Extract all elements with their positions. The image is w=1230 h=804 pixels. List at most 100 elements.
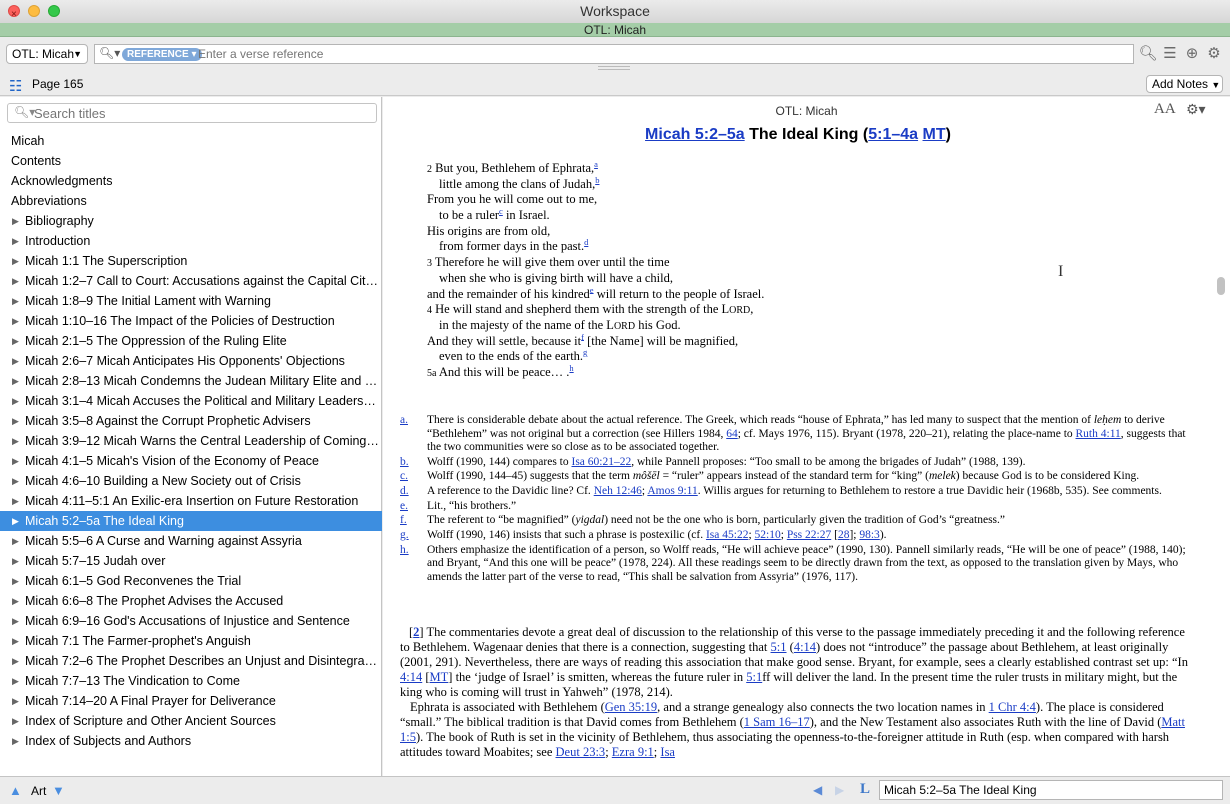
toc-item[interactable]: ▶ Micah 1:8–9 The Initial Lament with War…: [0, 291, 382, 311]
add-notes-button[interactable]: Add Notes ▼: [1146, 75, 1223, 93]
toc-item[interactable]: ▶ Index of Subjects and Authors: [0, 731, 382, 751]
footnote-link[interactable]: c: [499, 206, 503, 216]
toc-item[interactable]: ▶ Micah 7:2–6 The Prophet Describes an Un…: [0, 651, 382, 671]
resize-grip[interactable]: [598, 66, 630, 70]
resource-select-value: OTL: Micah: [12, 47, 75, 61]
disclosure-triangle-icon[interactable]: ▶: [12, 431, 19, 451]
back-arrow-icon[interactable]: ◀: [813, 783, 822, 797]
disclosure-triangle-icon[interactable]: ▶: [12, 251, 19, 271]
toc-item-label: Micah: [11, 134, 45, 148]
art-up-icon[interactable]: ▲: [9, 783, 22, 798]
toc-item[interactable]: ▶ Bibliography: [0, 211, 382, 231]
toc-item[interactable]: ▶ Micah 4:1–5 Micah's Vision of the Econo…: [0, 451, 382, 471]
toc-item[interactable]: ▶ Micah 3:9–12 Micah Warns the Central Le…: [0, 431, 382, 451]
poem-line: His origins are from old,: [427, 223, 551, 238]
footnote: f. The referent to “be magnified” (yigdal…: [400, 514, 1006, 527]
disclosure-triangle-icon[interactable]: ▶: [12, 451, 19, 471]
reference-search-box[interactable]: 🔍︎▾ REFERENCE ▾: [94, 44, 1134, 64]
toc-item[interactable]: ▶ Micah 7:1 The Farmer-prophet's Anguish: [0, 631, 382, 651]
toc-item[interactable]: ▶ Micah 6:9–16 God's Accusations of Injus…: [0, 611, 382, 631]
toc-item[interactable]: ▶ Micah 1:2–7 Call to Court: Accusations …: [0, 271, 382, 291]
toc-item[interactable]: ▶ Micah 5:2–5a The Ideal King: [0, 511, 382, 531]
disclosure-triangle-icon[interactable]: ▶: [12, 671, 19, 691]
disclosure-triangle-icon[interactable]: ▶: [12, 351, 19, 371]
heading-alt-ref-link[interactable]: 5:1–4a: [868, 126, 918, 143]
toc-item[interactable]: ▶ Micah 3:1–4 Micah Accuses the Political…: [0, 391, 382, 411]
art-down-icon[interactable]: ▼: [52, 783, 65, 798]
disclosure-triangle-icon[interactable]: ▶: [12, 691, 19, 711]
toc-item[interactable]: Acknowledgments: [0, 171, 382, 191]
toc-item[interactable]: ▶ Micah 4:11–5:1 An Exilic-era Insertion …: [0, 491, 382, 511]
toc-item[interactable]: ▶ Index of Scripture and Other Ancient So…: [0, 711, 382, 731]
disclosure-triangle-icon[interactable]: ▶: [12, 611, 19, 631]
content-scrollbar[interactable]: [1217, 277, 1225, 295]
disclosure-triangle-icon[interactable]: ▶: [12, 211, 19, 231]
search-type-pill[interactable]: REFERENCE ▾: [122, 48, 202, 61]
disclosure-triangle-icon[interactable]: ▶: [12, 531, 19, 551]
maximize-window-button[interactable]: [48, 5, 60, 17]
disclosure-triangle-icon[interactable]: ▶: [12, 571, 19, 591]
disclosure-triangle-icon[interactable]: ▶: [12, 271, 19, 291]
title-search-input[interactable]: [34, 105, 364, 121]
footnote-link[interactable]: h: [569, 363, 573, 373]
resource-subbar: ☷ Page 165 Add Notes ▼: [0, 72, 1230, 96]
toc-item[interactable]: ▶ Introduction: [0, 231, 382, 251]
disclosure-triangle-icon[interactable]: ▶: [12, 631, 19, 651]
toc-item[interactable]: ▶ Micah 1:1 The Superscription: [0, 251, 382, 271]
table-of-contents-sidebar: 🔍︎▾ Micah Contents Acknowledgments Abbrevia…: [0, 97, 382, 776]
list-view-icon[interactable]: ☰: [1160, 44, 1180, 64]
footnote-link[interactable]: d: [584, 237, 588, 247]
linked-set-icon[interactable]: ⚙: [1204, 44, 1224, 64]
disclosure-triangle-icon[interactable]: ▶: [12, 291, 19, 311]
disclosure-triangle-icon[interactable]: ▶: [12, 731, 19, 751]
location-field[interactable]: Micah 5:2–5a The Ideal King: [879, 780, 1223, 800]
disclosure-triangle-icon[interactable]: ▶: [12, 491, 19, 511]
toc-item[interactable]: ▶ Micah 6:6–8 The Prophet Advises the Acc…: [0, 591, 382, 611]
panel-title-bar[interactable]: OTL: Micah: [0, 23, 1230, 37]
gear-icon[interactable]: ⚙▾: [1186, 101, 1206, 118]
footnote-link[interactable]: f: [581, 331, 584, 341]
toc-item[interactable]: ▶ Micah 2:8–13 Micah Condemns the Judean …: [0, 371, 382, 391]
verse-reference-input[interactable]: [198, 45, 1118, 63]
footnote-link[interactable]: e: [590, 284, 594, 294]
add-panel-icon[interactable]: ⊕: [1182, 44, 1202, 64]
footnote-link[interactable]: b: [595, 175, 599, 185]
toc-item[interactable]: ▶ Micah 4:6–10 Building a New Society out…: [0, 471, 382, 491]
title-search-box[interactable]: 🔍︎▾: [7, 103, 377, 123]
disclosure-triangle-icon[interactable]: ▶: [12, 371, 19, 391]
disclosure-triangle-icon[interactable]: ▶: [12, 511, 19, 531]
toc-item[interactable]: ▶ Micah 1:10–16 The Impact of the Policie…: [0, 311, 382, 331]
disclosure-triangle-icon[interactable]: ▶: [12, 411, 19, 431]
table-of-contents-icon[interactable]: ☷: [9, 77, 22, 95]
heading-ref-link[interactable]: Micah 5:2–5a: [645, 126, 745, 143]
minimize-window-button[interactable]: [28, 5, 40, 17]
disclosure-triangle-icon[interactable]: ▶: [12, 391, 19, 411]
toc-item[interactable]: Abbreviations: [0, 191, 382, 211]
disclosure-triangle-icon[interactable]: ▶: [12, 311, 19, 331]
close-window-button[interactable]: ×: [8, 5, 20, 20]
toc-item[interactable]: ▶ Micah 7:7–13 The Vindication to Come: [0, 671, 382, 691]
toc-item[interactable]: ▶ Micah 5:5–6 A Curse and Warning against…: [0, 531, 382, 551]
resource-select[interactable]: OTL: Micah ▼: [6, 44, 88, 64]
toc-item[interactable]: Contents: [0, 151, 382, 171]
disclosure-triangle-icon[interactable]: ▶: [12, 711, 19, 731]
disclosure-triangle-icon[interactable]: ▶: [12, 331, 19, 351]
toc-item[interactable]: ▶ Micah 6:1–5 God Reconvenes the Trial: [0, 571, 382, 591]
font-size-icon[interactable]: AA: [1154, 101, 1176, 118]
forward-arrow-icon[interactable]: ▶: [835, 783, 844, 797]
toc-item[interactable]: ▶ Micah 3:5–8 Against the Corrupt Prophet…: [0, 411, 382, 431]
disclosure-triangle-icon[interactable]: ▶: [12, 551, 19, 571]
toc-item[interactable]: ▶ Micah 7:14–20 A Final Prayer for Delive…: [0, 691, 382, 711]
search-go-icon[interactable]: 🔍︎: [1138, 44, 1158, 64]
toc-item[interactable]: ▶ Micah 5:7–15 Judah over: [0, 551, 382, 571]
toc-item[interactable]: Micah: [0, 131, 382, 151]
heading-mt-link[interactable]: MT: [923, 126, 946, 143]
disclosure-triangle-icon[interactable]: ▶: [12, 471, 19, 491]
disclosure-triangle-icon[interactable]: ▶: [12, 591, 19, 611]
toc-item[interactable]: ▶ Micah 2:6–7 Micah Anticipates His Oppon…: [0, 351, 382, 371]
footnote-link[interactable]: a: [594, 159, 598, 169]
footnote-link[interactable]: g: [583, 347, 587, 357]
disclosure-triangle-icon[interactable]: ▶: [12, 231, 19, 251]
toc-item[interactable]: ▶ Micah 2:1–5 The Oppression of the Rulin…: [0, 331, 382, 351]
disclosure-triangle-icon[interactable]: ▶: [12, 651, 19, 671]
